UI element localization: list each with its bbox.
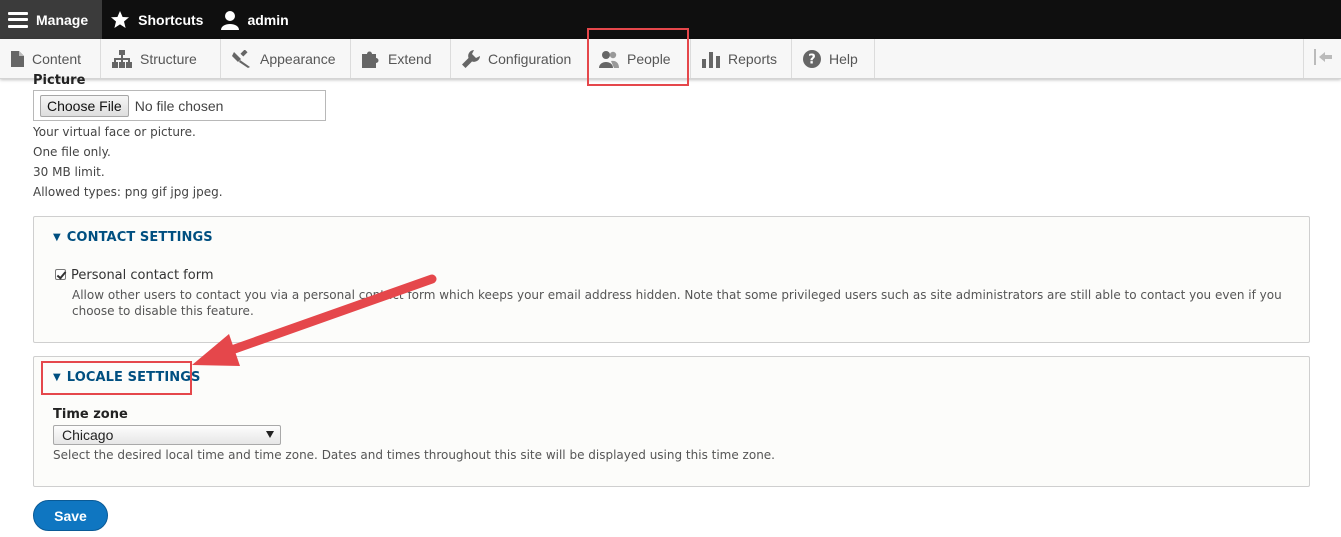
timezone-description: Select the desired local time and time z…: [53, 448, 775, 462]
structure-icon: [112, 49, 132, 68]
contact-settings-legend[interactable]: ▼ CONTACT SETTINGS: [53, 230, 213, 245]
help-icon: ?: [803, 49, 821, 68]
personal-contact-checkbox[interactable]: [55, 269, 66, 280]
collapse-icon: [1313, 48, 1332, 69]
tray-item-extend[interactable]: Extend: [351, 39, 451, 78]
appearance-icon: [232, 49, 252, 68]
tray-label-reports: Reports: [728, 50, 778, 67]
expand-triangle-icon: ▼: [53, 232, 61, 243]
svg-text:?: ?: [808, 52, 816, 67]
people-highlight-box: [587, 28, 689, 86]
manage-label: Manage: [36, 11, 89, 28]
picture-description: 30 MB limit.: [33, 165, 105, 179]
shortcuts-label: Shortcuts: [138, 11, 204, 28]
locale-highlight-box: [41, 361, 192, 395]
picture-label: Picture: [33, 73, 86, 88]
tray-orientation-toggle[interactable]: [1303, 39, 1341, 78]
timezone-label: Time zone: [53, 407, 128, 422]
user-tab[interactable]: admin: [213, 0, 298, 39]
user-icon: [221, 10, 240, 30]
save-button[interactable]: Save: [33, 500, 108, 531]
tray-label-appearance: Appearance: [260, 50, 336, 67]
tray-item-appearance[interactable]: Appearance: [221, 39, 351, 78]
contact-description-line2: choose to disable this feature.: [72, 304, 254, 318]
puzzle-icon: [362, 50, 380, 68]
tray-item-reports[interactable]: Reports: [691, 39, 792, 78]
tray-label-help: Help: [829, 50, 858, 67]
tray-label-content: Content: [32, 50, 82, 67]
personal-contact-label: Personal contact form: [71, 268, 214, 283]
tray-label-structure: Structure: [140, 50, 197, 67]
picture-description: Allowed types: png gif jpg jpeg.: [33, 185, 223, 199]
tray-item-configuration[interactable]: Configuration: [451, 39, 588, 78]
choose-file-button[interactable]: Choose File: [40, 94, 129, 117]
timezone-select[interactable]: Chicago: [53, 425, 281, 445]
star-icon: [110, 10, 130, 30]
page-icon: [11, 50, 24, 67]
tray-item-help[interactable]: ? Help: [792, 39, 875, 78]
wrench-icon: [462, 49, 480, 68]
bar-chart-icon: [702, 50, 720, 68]
hamburger-icon: [8, 11, 28, 28]
user-label: admin: [247, 11, 289, 28]
contact-description-line1: Allow other users to contact you via a p…: [72, 288, 1282, 302]
picture-description: One file only.: [33, 145, 111, 159]
tray-label-extend: Extend: [388, 50, 432, 67]
dropdown-arrow-icon: [266, 431, 274, 438]
picture-description: Your virtual face or picture.: [33, 125, 196, 139]
tray-item-structure[interactable]: Structure: [101, 39, 221, 78]
timezone-value: Chicago: [62, 427, 114, 443]
picture-file-input[interactable]: Choose File No file chosen: [33, 90, 326, 121]
tray-label-configuration: Configuration: [488, 50, 572, 67]
locale-settings-fieldset: ▼ LOCALE SETTINGS Time zone Chicago Selec…: [33, 356, 1310, 487]
manage-tab[interactable]: Manage: [0, 0, 103, 39]
shortcuts-tab[interactable]: Shortcuts: [102, 0, 213, 39]
contact-settings-fieldset: ▼ CONTACT SETTINGS Personal contact form …: [33, 216, 1310, 343]
file-status: No file chosen: [134, 97, 224, 114]
contact-settings-title: CONTACT SETTINGS: [66, 230, 213, 245]
